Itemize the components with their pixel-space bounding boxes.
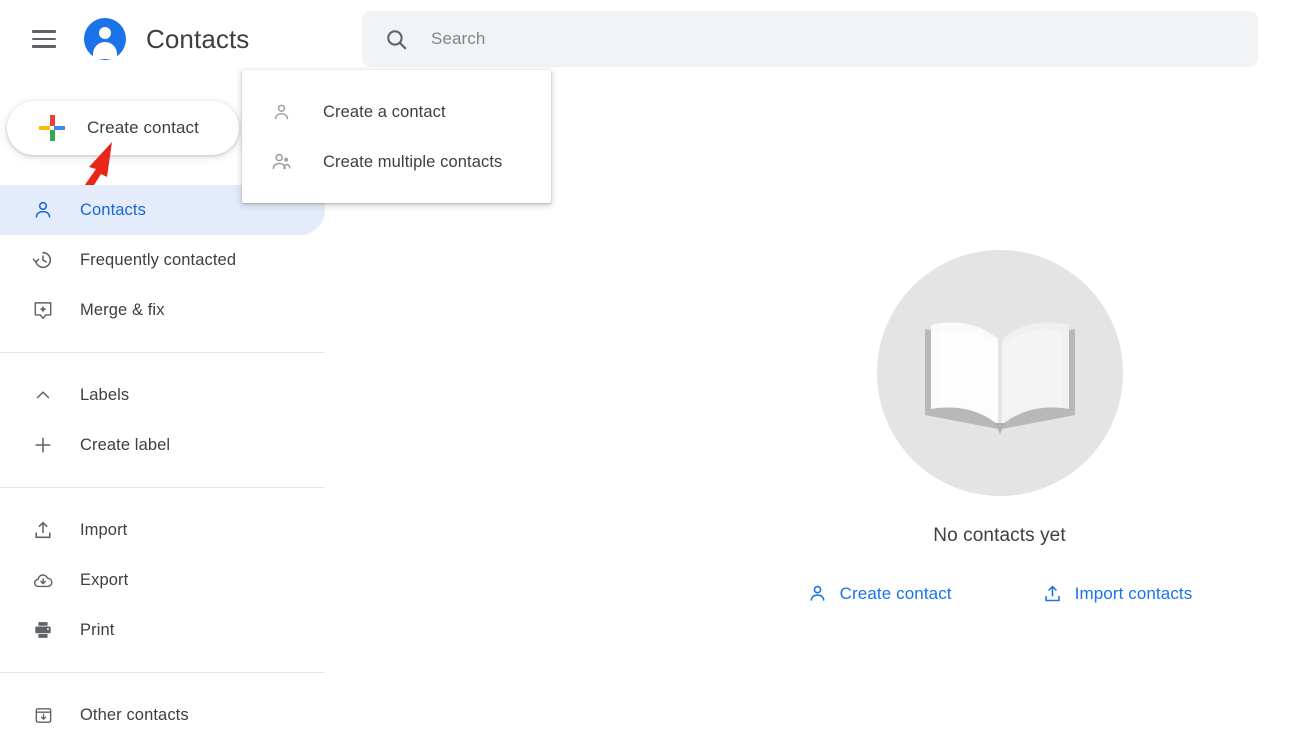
import-icon bbox=[31, 518, 55, 542]
search-input[interactable]: Search bbox=[431, 29, 485, 49]
hamburger-line bbox=[32, 45, 56, 48]
empty-state-title: No contacts yet bbox=[933, 525, 1066, 546]
app-header: Contacts Search bbox=[0, 0, 1299, 78]
export-cloud-icon bbox=[31, 568, 55, 592]
hamburger-line bbox=[32, 37, 56, 41]
sidebar-item-label: Create label bbox=[80, 435, 171, 454]
sidebar-item-label: Merge & fix bbox=[80, 300, 165, 319]
open-book-icon bbox=[876, 250, 1123, 496]
sidebar-item-other-contacts[interactable]: Other contacts bbox=[0, 690, 325, 739]
sidebar-item-label: Import bbox=[80, 520, 128, 539]
create-contact-button[interactable]: Create contact bbox=[7, 101, 239, 155]
empty-state: No contacts yet Create contact Import co… bbox=[700, 250, 1299, 604]
empty-create-contact-link[interactable]: Create contact bbox=[807, 583, 952, 604]
empty-import-contacts-link[interactable]: Import contacts bbox=[1042, 583, 1193, 604]
google-plus-icon bbox=[39, 115, 65, 141]
sidebar-item-label: Labels bbox=[80, 385, 130, 404]
sidebar-item-frequently-contacted[interactable]: Frequently contacted bbox=[0, 235, 325, 285]
person-icon bbox=[810, 585, 825, 601]
merge-fix-icon bbox=[31, 298, 55, 322]
sidebar-item-label: Other contacts bbox=[80, 705, 189, 724]
sidebar-item-export[interactable]: Export bbox=[0, 555, 325, 605]
sidebar-item-merge-and-fix[interactable]: Merge & fix bbox=[0, 285, 325, 335]
search-bar[interactable]: Search bbox=[362, 11, 1258, 67]
empty-action-label: Import contacts bbox=[1074, 583, 1193, 603]
chevron-up-icon bbox=[31, 383, 55, 407]
person-icon bbox=[31, 198, 55, 222]
hamburger-line bbox=[32, 30, 56, 33]
sidebar-item-label: Frequently contacted bbox=[80, 250, 237, 269]
empty-action-label: Create contact bbox=[839, 583, 952, 603]
sidebar-item-create-label[interactable]: Create label bbox=[0, 420, 325, 470]
empty-state-actions: Create contact Import contacts bbox=[700, 583, 1299, 604]
sidebar-item-print[interactable]: Print bbox=[0, 605, 325, 655]
sidebar-item-labels[interactable]: Labels bbox=[0, 370, 325, 420]
printer-icon bbox=[31, 618, 55, 642]
history-icon bbox=[31, 248, 55, 272]
people-icon bbox=[269, 150, 293, 174]
app-title: Contacts bbox=[146, 23, 250, 54]
menu-item-label: Create a contact bbox=[323, 102, 446, 121]
hamburger-menu-icon[interactable] bbox=[27, 22, 61, 56]
person-icon bbox=[269, 100, 293, 124]
sidebar-item-label: Print bbox=[80, 620, 115, 639]
menu-item-create-a-contact[interactable]: Create a contact bbox=[242, 87, 551, 137]
create-contact-button-label: Create contact bbox=[87, 118, 199, 137]
app-brand[interactable]: Contacts bbox=[84, 18, 249, 60]
create-contact-dropdown-menu: Create a contact Create multiple contact… bbox=[242, 70, 551, 203]
contacts-app: Contacts Search Create contact Contacts … bbox=[0, 0, 1299, 739]
sidebar-item-label: Contacts bbox=[80, 200, 146, 219]
person-avatar-icon bbox=[84, 18, 126, 60]
search-icon bbox=[387, 29, 407, 49]
sidebar-navigation: Contacts Frequently contacted Merge & fi… bbox=[0, 185, 340, 739]
menu-item-create-multiple-contacts[interactable]: Create multiple contacts bbox=[242, 137, 551, 187]
other-contacts-icon bbox=[31, 703, 55, 727]
sidebar-item-import[interactable]: Import bbox=[0, 505, 325, 555]
plus-icon bbox=[31, 433, 55, 457]
menu-item-label: Create multiple contacts bbox=[323, 152, 503, 171]
sidebar-item-label: Export bbox=[80, 570, 129, 589]
import-icon bbox=[1044, 585, 1060, 602]
